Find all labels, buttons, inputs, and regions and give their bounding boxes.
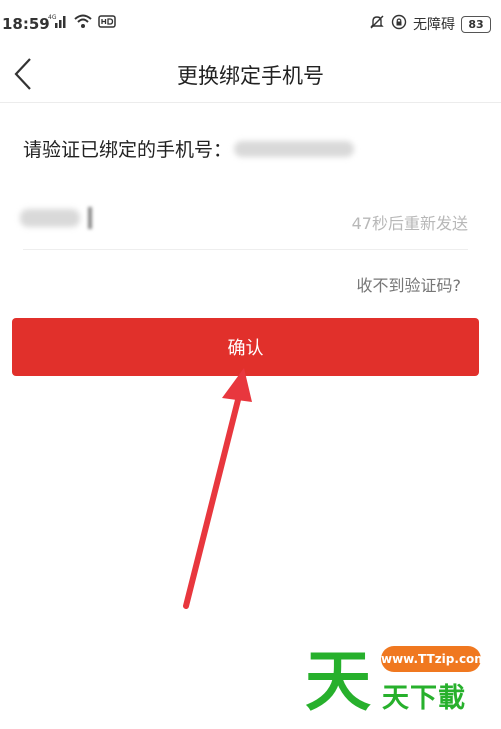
verification-code-input[interactable] [20,198,220,238]
watermark-text: 天下載 [382,683,466,714]
accessibility-text: 无障碍 [413,17,455,33]
app-header: 更换绑定手机号 [0,52,501,103]
signal-icon: 4G [48,13,68,33]
text-cursor [88,207,92,229]
masked-phone-number [234,140,355,157]
confirm-button[interactable]: 确认 [12,318,479,376]
page-title: 更换绑定手机号 [177,64,324,88]
status-time: 18:59 [2,15,50,33]
verify-prompt-label: 请验证已绑定的手机号： [23,139,233,161]
svg-text:4G: 4G [48,14,57,21]
status-icons-right: 无障碍 83 [369,14,491,34]
masked-code-value [20,209,80,227]
no-code-link[interactable]: 收不到验证码? [357,272,462,296]
status-icons-left: 4G [48,14,116,32]
resend-countdown: 47秒后重新发送 [351,214,468,233]
lock-rotation-icon [391,14,407,34]
input-divider [23,249,468,250]
wifi-icon [73,13,93,33]
watermark-url: www.TTzip.com [381,646,487,672]
battery-indicator: 83 [461,15,491,33]
status-bar: 18:59 4G 无障碍 83 [0,0,501,52]
hd-icon [98,13,116,33]
verify-prompt-row: 请验证已绑定的手机号： [23,135,355,162]
bell-off-icon [369,14,385,34]
watermark-logo-char: 天 [305,643,371,720]
